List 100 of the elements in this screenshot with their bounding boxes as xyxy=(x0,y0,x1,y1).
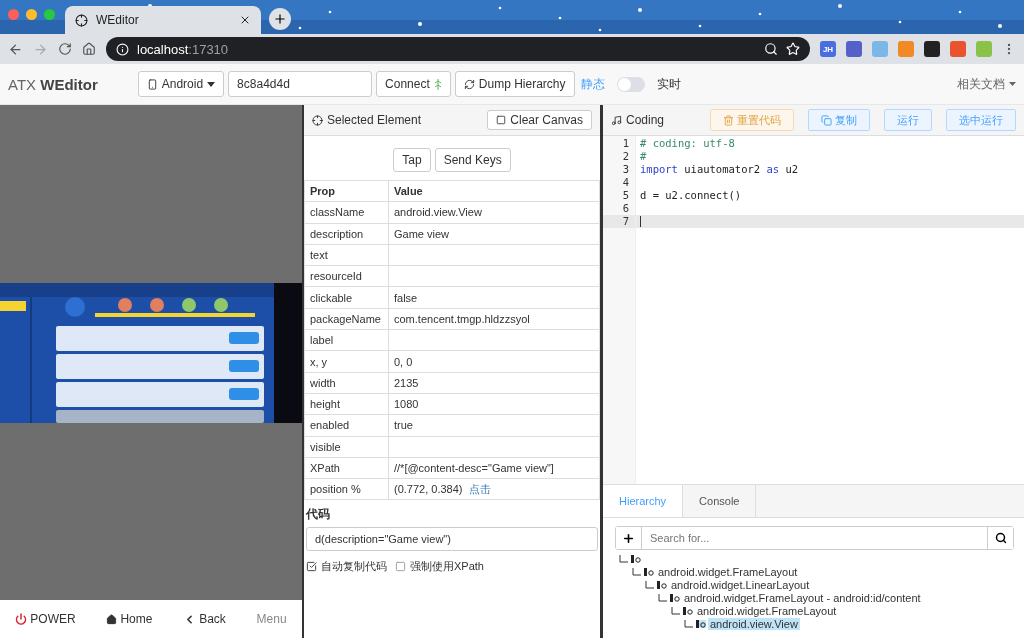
line-number: 7 xyxy=(603,215,635,228)
docs-menu[interactable]: 相关文档 xyxy=(957,75,1005,93)
table-cell: //*[@content-desc="Game view"] xyxy=(388,457,600,479)
app-title: ATX WEditor xyxy=(8,75,98,93)
tree-node[interactable]: android.widget.LinearLayout xyxy=(669,578,812,591)
clear-canvas-button[interactable]: Clear Canvas xyxy=(487,110,592,130)
table-cell: x, y xyxy=(304,350,389,373)
tree-node[interactable]: android.view.View xyxy=(708,617,800,630)
close-icon[interactable] xyxy=(239,14,251,26)
address-bar[interactable]: localhost:17310 xyxy=(106,37,810,61)
bookmark-star-icon[interactable] xyxy=(786,42,800,56)
table-cell: className xyxy=(304,201,389,224)
table-cell: XPath xyxy=(304,457,389,479)
column-header: Prop xyxy=(304,180,389,202)
panel-title: Selected Element xyxy=(327,113,423,127)
target-icon xyxy=(312,114,323,126)
node-icon xyxy=(644,567,654,576)
table-cell: enabled xyxy=(304,414,389,437)
url-text: localhost:17310 xyxy=(137,41,230,57)
table-cell: android.view.View xyxy=(388,201,600,224)
home-icon[interactable] xyxy=(82,42,96,56)
code-line[interactable]: import uiautomator2 as u2 xyxy=(636,163,1024,176)
favicon-icon xyxy=(75,13,88,27)
code-line[interactable]: d = u2.connect() xyxy=(636,189,1024,202)
line-number: 1 xyxy=(621,137,630,150)
live-mode-switch[interactable] xyxy=(616,76,645,92)
table-cell: false xyxy=(388,287,600,309)
table-cell: resourceId xyxy=(304,265,389,287)
line-number: 4 xyxy=(621,176,630,189)
caret-icon xyxy=(207,81,216,87)
table-cell: height xyxy=(304,393,389,415)
node-icon xyxy=(670,593,680,602)
tree-node[interactable]: android.widget.FrameLayout - android:id/content xyxy=(682,591,923,604)
table-cell: 2135 xyxy=(388,372,600,394)
maximize-window-button[interactable] xyxy=(44,9,55,20)
extension-icon[interactable]: JH xyxy=(820,41,836,57)
serial-field[interactable]: 8c8a4d4d xyxy=(228,71,373,97)
connect-button[interactable]: Connect xyxy=(376,71,451,97)
table-cell: com.tencent.tmgp.hldzzsyol xyxy=(388,308,600,330)
info-icon xyxy=(116,42,129,56)
node-icon xyxy=(657,580,667,589)
add-button[interactable] xyxy=(616,527,642,549)
platform-dropdown[interactable]: Android xyxy=(137,71,225,97)
column-header: Value xyxy=(388,180,600,202)
close-window-button[interactable] xyxy=(8,9,19,20)
line-number: 5 xyxy=(621,189,630,202)
table-cell: visible xyxy=(304,436,389,458)
nav-button[interactable]: Back xyxy=(177,611,232,627)
table-cell: 0, 0 xyxy=(388,350,600,373)
mode-label: 实时 xyxy=(656,75,681,93)
back-icon[interactable] xyxy=(8,41,23,57)
tree-node[interactable]: android.widget.FrameLayout xyxy=(656,565,800,578)
code-line[interactable]: # xyxy=(636,150,1024,163)
table-cell: 1080 xyxy=(388,393,600,415)
plus-icon xyxy=(622,531,635,545)
power-icon xyxy=(15,613,28,625)
nav-button[interactable]: Home xyxy=(100,611,159,627)
line-number: 3 xyxy=(621,163,630,176)
table-cell: label xyxy=(304,329,389,351)
table-cell: packageName xyxy=(304,308,389,330)
line-number: 6 xyxy=(621,202,630,215)
music-note-icon xyxy=(611,114,622,126)
search-box[interactable]: Search for... xyxy=(615,526,1014,550)
nav-button[interactable]: POWER xyxy=(9,611,82,627)
table-cell: Game view xyxy=(388,223,600,245)
tab[interactable]: Console xyxy=(683,485,757,517)
extension-icon[interactable] xyxy=(846,41,862,57)
checkbox-label: 强制使用XPath xyxy=(410,559,484,575)
checkbox[interactable] xyxy=(306,561,317,573)
reload-icon[interactable] xyxy=(58,42,72,56)
checkbox[interactable] xyxy=(395,561,406,573)
copy-icon xyxy=(821,114,832,126)
table-cell: width xyxy=(304,372,389,394)
table-cell: position % xyxy=(304,478,389,500)
node-icon xyxy=(696,619,706,628)
panel-title: Coding xyxy=(626,113,666,127)
forward-icon[interactable] xyxy=(33,41,48,57)
tree-node[interactable]: android.widget.FrameLayout xyxy=(695,604,839,617)
node-icon xyxy=(683,606,693,615)
home-icon xyxy=(106,613,118,625)
checkbox-label: 自动复制代码 xyxy=(321,559,387,575)
line-number: 2 xyxy=(621,150,630,163)
action-button[interactable]: Send Keys xyxy=(434,148,511,172)
table-cell: clickable xyxy=(304,287,389,309)
code-label: 代码 xyxy=(305,506,331,524)
code-line[interactable]: # coding: utf-8 xyxy=(636,137,1024,150)
search-button[interactable] xyxy=(987,527,1013,549)
code-field[interactable]: d(description="Game view") xyxy=(306,527,598,552)
phone-icon xyxy=(146,78,158,90)
browser-tab[interactable]: WEditor xyxy=(65,6,261,34)
dump-hierarchy-button[interactable]: Dump Hierarchy xyxy=(454,71,575,97)
table-cell: (0.772, 0.384) xyxy=(394,482,463,495)
minimize-window-button[interactable] xyxy=(26,9,37,20)
refresh-icon xyxy=(463,78,475,90)
action-button[interactable]: Tap xyxy=(393,148,431,172)
search-icon[interactable] xyxy=(764,42,778,56)
nav-button[interactable]: Menu xyxy=(250,611,293,627)
tap-link[interactable]: 点击 xyxy=(468,482,491,495)
table-cell: text xyxy=(304,244,389,266)
table-cell: true xyxy=(388,414,600,437)
